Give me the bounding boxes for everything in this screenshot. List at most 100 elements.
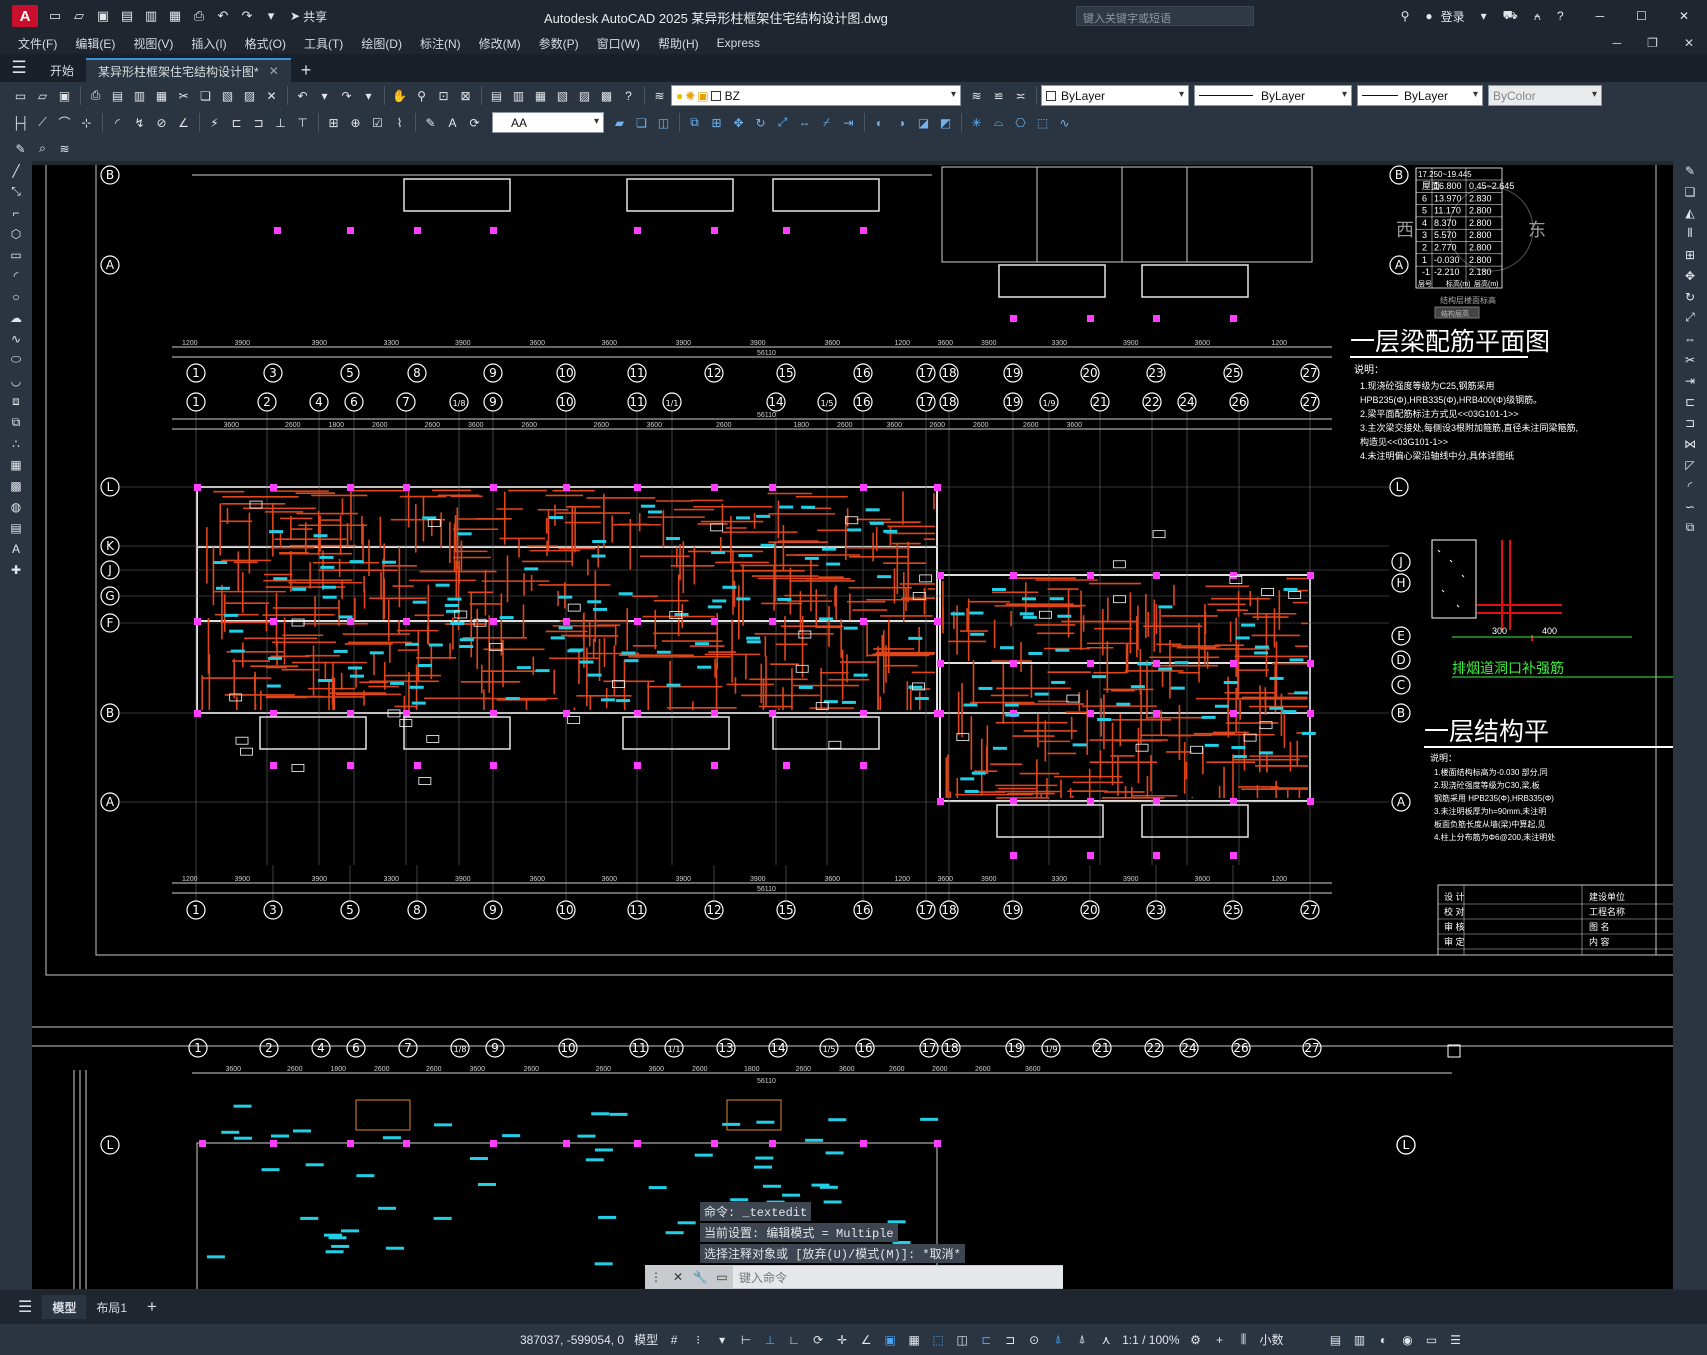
- quick-properties-icon[interactable]: ▤: [1325, 1330, 1345, 1350]
- modify-offset-icon[interactable]: ⧉: [684, 112, 705, 133]
- undo-dropdown-icon[interactable]: ▾: [314, 85, 335, 106]
- login-label[interactable]: 登录: [1441, 8, 1465, 25]
- cad-drawing[interactable]: 1 3 5 8 9 10 11 12 15 16 17 18 19 20 23 25 27 1 2 4 6 7 1/8 9 1…: [32, 165, 1673, 1289]
- match-properties-icon[interactable]: ▨: [239, 85, 260, 106]
- polygon-icon[interactable]: ⬡: [0, 223, 32, 244]
- modify-pedit-icon[interactable]: ⎔: [1010, 112, 1031, 133]
- doc-minimize-icon[interactable]: ─: [1613, 36, 1622, 50]
- ellipse-icon[interactable]: ⬭: [0, 349, 32, 370]
- move-icon[interactable]: ✥: [1673, 265, 1707, 286]
- paste-icon[interactable]: ▧: [217, 85, 238, 106]
- object-snap-icon[interactable]: ∠: [856, 1330, 876, 1350]
- grip-icon[interactable]: ⋮: [645, 1270, 667, 1284]
- rectangle-icon[interactable]: ▭: [0, 244, 32, 265]
- units-value[interactable]: 小数: [1259, 1331, 1319, 1348]
- spell-check-icon[interactable]: ≋: [54, 138, 75, 159]
- drawing-canvas[interactable]: 1 3 5 8 9 10 11 12 15 16 17 18 19 20 23 25 27 1 2 4 6 7 1/8 9 1…: [32, 165, 1673, 1289]
- undo-icon[interactable]: ↶: [212, 5, 234, 27]
- open-folder-icon[interactable]: ▱: [68, 5, 90, 27]
- print-preview-icon[interactable]: ▦: [164, 5, 186, 27]
- text-edit-icon[interactable]: ✎: [10, 138, 31, 159]
- continue-dim-icon[interactable]: ⊐: [248, 112, 269, 133]
- object-snap-tracking-icon[interactable]: ✛: [832, 1330, 852, 1350]
- modify-erase-icon[interactable]: ▰: [609, 112, 630, 133]
- tab-close-icon[interactable]: ✕: [269, 64, 279, 78]
- annotation-visibility-icon[interactable]: ⍋: [1048, 1330, 1068, 1350]
- menu-edit[interactable]: 编辑(E): [66, 35, 124, 52]
- jogged-dim-icon[interactable]: ↯: [129, 112, 150, 133]
- modify-stretch-icon[interactable]: ⇔: [794, 112, 815, 133]
- rotate-icon[interactable]: ↻: [1673, 286, 1707, 307]
- hatch-icon[interactable]: ▦: [0, 454, 32, 475]
- hamburger-menu-icon[interactable]: ☰: [0, 54, 38, 82]
- ellipse-arc-icon[interactable]: ◡: [0, 370, 32, 391]
- annotation-scale-value[interactable]: 1:1 / 100%: [1122, 1333, 1179, 1347]
- copy-icon[interactable]: ❏: [195, 85, 216, 106]
- arc-icon[interactable]: ◜: [0, 265, 32, 286]
- menu-help[interactable]: 帮助(H): [649, 35, 708, 52]
- insert-block-icon[interactable]: ⧈: [0, 391, 32, 412]
- dim-update-icon[interactable]: ⟳: [464, 112, 485, 133]
- maximize-icon[interactable]: ☐: [1636, 9, 1647, 23]
- isolate-objects-icon[interactable]: ◐: [1373, 1330, 1393, 1350]
- stretch-icon[interactable]: ⇔: [1673, 328, 1707, 349]
- add-selected-icon[interactable]: ✚: [0, 559, 32, 580]
- chamfer-icon[interactable]: ◸: [1673, 454, 1707, 475]
- menu-insert[interactable]: 插入(I): [182, 35, 235, 52]
- grid-icon[interactable]: #: [664, 1330, 684, 1350]
- annotation-scale-icon[interactable]: ⋏: [1096, 1330, 1116, 1350]
- menu-dimension[interactable]: 标注(N): [411, 35, 470, 52]
- polar-icon[interactable]: ∟: [784, 1330, 804, 1350]
- menu-window[interactable]: 窗口(W): [588, 35, 649, 52]
- layer-previous-icon[interactable]: ≌: [988, 85, 1009, 106]
- modify-array-icon[interactable]: ⊞: [706, 112, 727, 133]
- undo-toolbar-icon[interactable]: ↶: [292, 85, 313, 106]
- blend-icon[interactable]: ∽: [1673, 496, 1707, 517]
- lineweight-icon[interactable]: ▣: [880, 1330, 900, 1350]
- redo-toolbar-icon[interactable]: ↷: [336, 85, 357, 106]
- menu-express[interactable]: Express: [708, 36, 769, 50]
- menu-modify[interactable]: 修改(M): [470, 35, 530, 52]
- clean-screen-icon[interactable]: ▭: [1421, 1330, 1441, 1350]
- customization-icon[interactable]: ☰: [1445, 1330, 1465, 1350]
- menu-tools[interactable]: 工具(T): [295, 35, 352, 52]
- dim-break-icon[interactable]: ⊤: [292, 112, 313, 133]
- new-file-icon[interactable]: ▭: [44, 5, 66, 27]
- dim-text-edit-icon[interactable]: A: [442, 112, 463, 133]
- scale-icon[interactable]: ⤢: [1673, 307, 1707, 328]
- offset-icon[interactable]: ⫴: [1673, 223, 1707, 244]
- aligned-dim-icon[interactable]: ⟋: [32, 112, 53, 133]
- find-text-icon[interactable]: ⌕: [32, 138, 53, 159]
- center-mark-icon[interactable]: ⊕: [345, 112, 366, 133]
- search-icon[interactable]: ⚲: [1401, 9, 1410, 23]
- qnew-icon[interactable]: ▭: [10, 85, 31, 106]
- menu-format[interactable]: 格式(O): [236, 35, 295, 52]
- infer-constraints-icon[interactable]: ▾: [712, 1330, 732, 1350]
- table-icon[interactable]: ▤: [0, 517, 32, 538]
- units-icon[interactable]: ⫼: [1233, 1330, 1253, 1350]
- make-current-layer-icon[interactable]: ≋: [966, 85, 987, 106]
- transparency-icon[interactable]: ▦: [904, 1330, 924, 1350]
- tab-start[interactable]: 开始: [38, 58, 87, 82]
- extend-icon[interactable]: ⇥: [1673, 370, 1707, 391]
- tab-document[interactable]: 某异形柱框架住宅结构设计图* ✕: [86, 58, 291, 82]
- zoom-window-icon[interactable]: ⊡: [433, 85, 454, 106]
- tab-model[interactable]: 模型: [42, 1295, 87, 1319]
- command-input[interactable]: 键入命令: [733, 1266, 1063, 1288]
- minimize-icon[interactable]: ─: [1596, 9, 1605, 23]
- user-icon[interactable]: ●: [1425, 9, 1432, 23]
- modify-fillet-icon[interactable]: ◩: [935, 112, 956, 133]
- autocad-logo[interactable]: A: [12, 5, 38, 27]
- trim-icon[interactable]: ✂: [1673, 349, 1707, 370]
- mirror-icon[interactable]: ◭: [1673, 202, 1707, 223]
- layer-state-icon[interactable]: ≍: [1010, 85, 1031, 106]
- markup-icon[interactable]: ▨: [574, 85, 595, 106]
- mtext-icon[interactable]: A: [0, 538, 32, 559]
- modify-extend-icon[interactable]: ⇥: [838, 112, 859, 133]
- search-input[interactable]: 键入关键字或短语: [1076, 6, 1254, 26]
- coordinates-readout[interactable]: 387037, -599054, 0: [520, 1333, 624, 1347]
- selection-filter-icon[interactable]: ⊐: [1000, 1330, 1020, 1350]
- ordinate-dim-icon[interactable]: ⊹: [76, 112, 97, 133]
- block-editor-icon[interactable]: ✕: [261, 85, 282, 106]
- diameter-dim-icon[interactable]: ⊘: [151, 112, 172, 133]
